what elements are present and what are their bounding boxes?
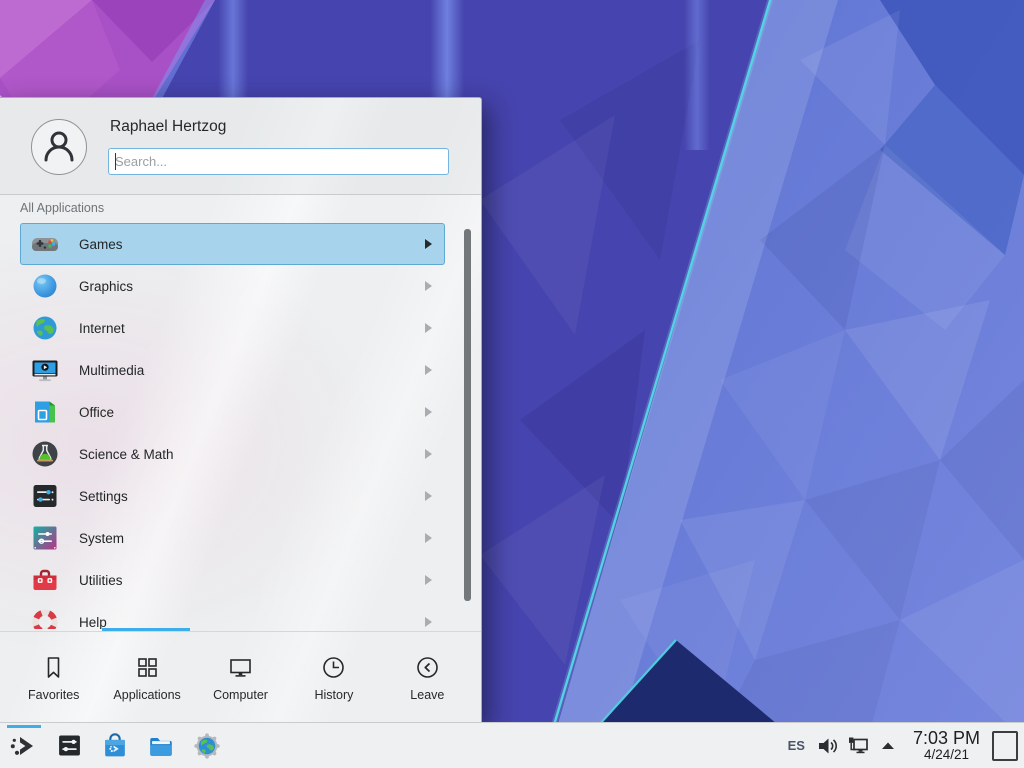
taskbar-system-settings-button[interactable]	[46, 724, 92, 768]
clock-time: 7:03 PM	[913, 729, 980, 748]
text-caret	[115, 153, 116, 170]
folder-icon	[146, 731, 176, 761]
menu-header: Raphael Hertzog	[0, 98, 481, 195]
category-label: Internet	[79, 321, 125, 336]
digital-clock[interactable]: 7:03 PM 4/24/21	[903, 729, 990, 762]
active-tab-indicator	[102, 628, 190, 631]
tab-history[interactable]: History	[287, 632, 380, 724]
category-label: Graphics	[79, 279, 133, 294]
settings-icon	[29, 480, 61, 512]
science-icon	[29, 438, 61, 470]
category-settings[interactable]: Settings	[20, 475, 445, 517]
tab-label: Applications	[113, 688, 180, 702]
chevron-up-icon	[880, 738, 896, 754]
submenu-arrow-icon	[425, 575, 432, 585]
category-utilities[interactable]: Utilities	[20, 559, 445, 601]
internet-icon	[29, 312, 61, 344]
submenu-arrow-icon	[425, 407, 432, 417]
tab-label: Computer	[213, 688, 268, 702]
globe-gear-icon	[192, 731, 222, 761]
history-icon	[320, 654, 347, 681]
tab-label: Leave	[410, 688, 444, 702]
category-help[interactable]: Help	[20, 601, 445, 629]
taskbar-discover-button[interactable]	[92, 724, 138, 768]
list-scrollbar[interactable]	[464, 229, 471, 601]
submenu-arrow-icon	[425, 365, 432, 375]
category-label: Utilities	[79, 573, 123, 588]
category-internet[interactable]: Internet	[20, 307, 445, 349]
submenu-arrow-icon	[425, 491, 432, 501]
user-avatar[interactable]	[31, 119, 87, 175]
user-name: Raphael Hertzog	[110, 118, 226, 136]
kde-kickoff-icon	[8, 731, 38, 761]
search-field-wrap	[108, 148, 449, 175]
wired-network-icon	[846, 734, 870, 758]
application-launcher-button[interactable]	[0, 724, 46, 768]
utilities-icon	[29, 564, 61, 596]
search-input[interactable]	[108, 148, 449, 175]
category-label: System	[79, 531, 124, 546]
tab-favorites[interactable]: Favorites	[7, 632, 100, 724]
category-label: Settings	[79, 489, 128, 504]
clock-date: 4/24/21	[924, 748, 969, 762]
category-multimedia[interactable]: Multimedia	[20, 349, 445, 391]
submenu-arrow-icon	[425, 281, 432, 291]
tab-label: History	[314, 688, 353, 702]
launcher-active-indicator	[7, 725, 41, 728]
system-tray: ES	[780, 723, 1024, 768]
favorites-icon	[40, 654, 67, 681]
network-button[interactable]	[843, 724, 873, 768]
shopping-bag-icon	[100, 731, 130, 761]
submenu-arrow-icon	[425, 239, 432, 249]
user-icon	[37, 125, 81, 169]
tab-applications[interactable]: Applications	[100, 632, 193, 724]
category-label: Science & Math	[79, 447, 174, 462]
tab-leave[interactable]: Leave	[381, 632, 474, 724]
category-graphics[interactable]: Graphics	[20, 265, 445, 307]
menu-tab-bar: Favorites Applications	[0, 631, 481, 724]
category-system[interactable]: System	[20, 517, 445, 559]
tray-expander-button[interactable]	[873, 724, 903, 768]
graphics-icon	[29, 270, 61, 302]
category-label: Help	[79, 615, 107, 630]
section-label: All Applications	[20, 201, 104, 215]
submenu-arrow-icon	[425, 533, 432, 543]
category-label: Games	[79, 237, 123, 252]
category-label: Multimedia	[79, 363, 144, 378]
category-office[interactable]: Office	[20, 391, 445, 433]
category-label: Office	[79, 405, 114, 420]
tab-computer[interactable]: Computer	[194, 632, 287, 724]
taskbar-web-browser-button[interactable]	[184, 724, 230, 768]
tab-label: Favorites	[28, 688, 79, 702]
show-desktop-button[interactable]	[992, 731, 1018, 761]
sliders-icon	[55, 731, 84, 760]
speaker-icon	[816, 734, 840, 758]
system-icon	[29, 522, 61, 554]
taskbar-file-manager-button[interactable]	[138, 724, 184, 768]
application-launcher-menu: Raphael Hertzog All Applications	[0, 97, 482, 724]
help-icon	[29, 606, 61, 629]
computer-icon	[227, 654, 254, 681]
leave-icon	[414, 654, 441, 681]
submenu-arrow-icon	[425, 323, 432, 333]
category-science-math[interactable]: Science & Math	[20, 433, 445, 475]
games-icon	[29, 228, 61, 260]
taskbar-panel: ES	[0, 722, 1024, 768]
desktop: Raphael Hertzog All Applications	[0, 0, 1024, 768]
applications-icon	[134, 654, 161, 681]
volume-button[interactable]	[813, 724, 843, 768]
multimedia-icon	[29, 354, 61, 386]
application-category-list: Games Graphics	[20, 223, 445, 629]
submenu-arrow-icon	[425, 449, 432, 459]
category-games[interactable]: Games	[20, 223, 445, 265]
office-icon	[29, 396, 61, 428]
submenu-arrow-icon	[425, 617, 432, 627]
keyboard-layout-indicator[interactable]: ES	[780, 738, 813, 753]
